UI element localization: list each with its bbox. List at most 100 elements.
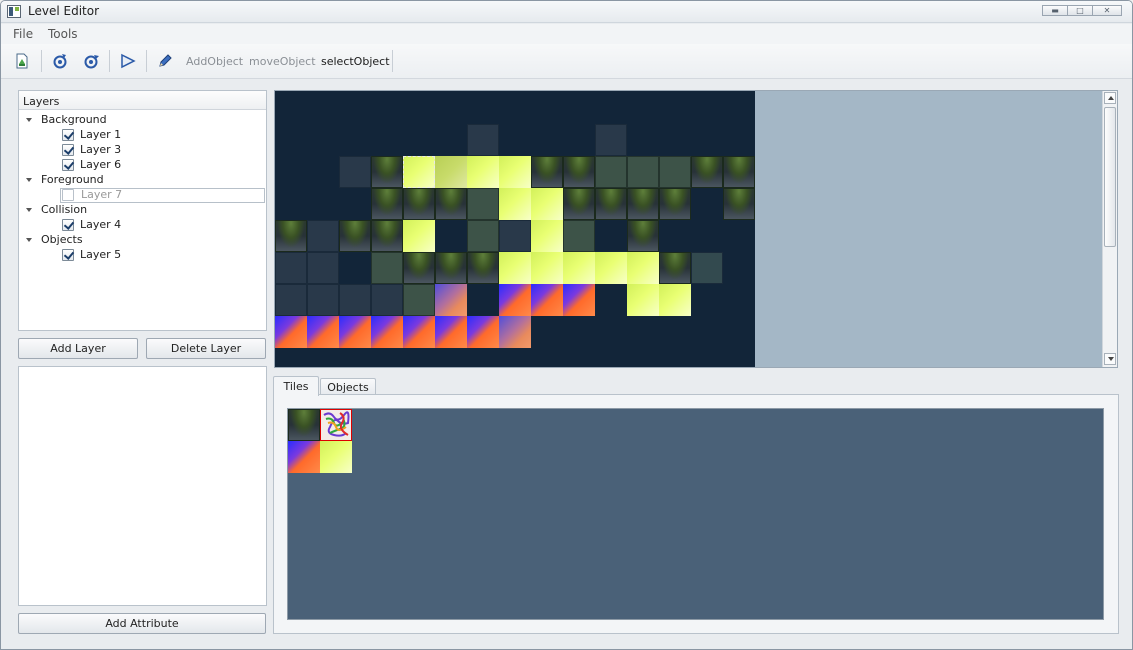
- map-tile[interactable]: [563, 252, 595, 284]
- layer-visibility-checkbox[interactable]: [62, 159, 74, 171]
- map-tile[interactable]: [403, 316, 435, 348]
- map-tile[interactable]: [371, 316, 403, 348]
- map-tile[interactable]: [467, 220, 499, 252]
- map-tile[interactable]: [403, 188, 435, 220]
- map-tile[interactable]: [275, 220, 307, 252]
- map-tile[interactable]: [403, 284, 435, 316]
- map-tile[interactable]: [499, 220, 531, 252]
- map-tile[interactable]: [563, 156, 595, 188]
- map-tile[interactable]: [723, 188, 755, 220]
- palette-tile-moss[interactable]: [288, 409, 320, 441]
- rotate-left-button[interactable]: [51, 52, 69, 70]
- map-tile[interactable]: [371, 284, 403, 316]
- map-tile[interactable]: [627, 252, 659, 284]
- map-tile[interactable]: [467, 124, 499, 156]
- map-tile[interactable]: [435, 156, 467, 188]
- layer-visibility-checkbox[interactable]: [62, 129, 74, 141]
- map-tile[interactable]: [307, 220, 339, 252]
- map-tile[interactable]: [339, 284, 371, 316]
- map-tile[interactable]: [307, 284, 339, 316]
- map-tile[interactable]: [499, 156, 531, 188]
- map-tile[interactable]: [435, 188, 467, 220]
- map-tile[interactable]: [467, 188, 499, 220]
- map-tile[interactable]: [723, 156, 755, 188]
- map-tile[interactable]: [403, 220, 435, 252]
- new-file-button[interactable]: [13, 52, 31, 70]
- play-button[interactable]: [119, 52, 137, 70]
- menu-file[interactable]: File: [13, 27, 33, 41]
- expand-arrow-icon[interactable]: [26, 118, 32, 122]
- map-tile[interactable]: [595, 252, 627, 284]
- select-object-button[interactable]: selectObject: [321, 55, 390, 68]
- delete-layer-button[interactable]: Delete Layer: [146, 338, 266, 359]
- map-tile[interactable]: [595, 188, 627, 220]
- map-tile[interactable]: [371, 156, 403, 188]
- move-object-button[interactable]: moveObject: [249, 55, 316, 68]
- map-tile[interactable]: [307, 252, 339, 284]
- map-tile[interactable]: [467, 316, 499, 348]
- tile-palette[interactable]: [287, 408, 1104, 620]
- close-button[interactable]: ✕: [1092, 5, 1122, 16]
- rotate-right-button[interactable]: [82, 52, 100, 70]
- map-tile[interactable]: [627, 156, 659, 188]
- map-tile[interactable]: [659, 188, 691, 220]
- level-canvas[interactable]: [274, 90, 1118, 368]
- map-tile[interactable]: [627, 188, 659, 220]
- map-tile[interactable]: [467, 252, 499, 284]
- add-layer-button[interactable]: Add Layer: [18, 338, 138, 359]
- map-tile[interactable]: [275, 316, 307, 348]
- add-attribute-button[interactable]: Add Attribute: [18, 613, 266, 634]
- layer-visibility-checkbox[interactable]: [62, 249, 74, 261]
- map-tile[interactable]: [371, 188, 403, 220]
- map-tile[interactable]: [403, 252, 435, 284]
- scroll-up-arrow-icon[interactable]: [1104, 92, 1116, 104]
- map-tile[interactable]: [595, 156, 627, 188]
- palette-tile-gradient[interactable]: [288, 441, 320, 473]
- layer-row-layer-7[interactable]: Layer 7: [60, 188, 265, 203]
- pencil-button[interactable]: [156, 52, 174, 70]
- map-tile[interactable]: [435, 316, 467, 348]
- expand-arrow-icon[interactable]: [26, 208, 32, 212]
- map-tile[interactable]: [371, 220, 403, 252]
- map-tile[interactable]: [499, 188, 531, 220]
- canvas-vertical-scrollbar[interactable]: [1102, 91, 1117, 367]
- map-tile[interactable]: [531, 188, 563, 220]
- menu-tools[interactable]: Tools: [48, 27, 78, 41]
- scrollbar-thumb[interactable]: [1104, 107, 1116, 247]
- palette-tile-squiggle[interactable]: [320, 409, 352, 441]
- map-tile[interactable]: [307, 316, 339, 348]
- map-tile[interactable]: [403, 156, 435, 188]
- layer-visibility-checkbox[interactable]: [62, 189, 74, 201]
- map-tile[interactable]: [531, 284, 563, 316]
- map-tile[interactable]: [691, 252, 723, 284]
- map-tile[interactable]: [371, 252, 403, 284]
- map-tile[interactable]: [275, 284, 307, 316]
- map-tile[interactable]: [659, 252, 691, 284]
- map-tile[interactable]: [627, 284, 659, 316]
- add-object-button[interactable]: AddObject: [186, 55, 243, 68]
- map-tile[interactable]: [659, 284, 691, 316]
- tab-objects[interactable]: Objects: [320, 378, 376, 395]
- map-tile[interactable]: [563, 284, 595, 316]
- tile-map[interactable]: [275, 91, 755, 367]
- map-tile[interactable]: [435, 252, 467, 284]
- layer-visibility-checkbox[interactable]: [62, 144, 74, 156]
- layer-visibility-checkbox[interactable]: [62, 219, 74, 231]
- map-tile[interactable]: [499, 252, 531, 284]
- map-tile[interactable]: [467, 156, 499, 188]
- map-tile[interactable]: [659, 156, 691, 188]
- map-tile[interactable]: [531, 220, 563, 252]
- map-tile[interactable]: [435, 284, 467, 316]
- map-tile[interactable]: [595, 124, 627, 156]
- map-tile[interactable]: [499, 316, 531, 348]
- palette-tile-lime[interactable]: [320, 441, 352, 473]
- map-tile[interactable]: [499, 284, 531, 316]
- map-tile[interactable]: [531, 156, 563, 188]
- map-tile[interactable]: [627, 220, 659, 252]
- map-tile[interactable]: [563, 220, 595, 252]
- scroll-down-arrow-icon[interactable]: [1104, 353, 1116, 365]
- map-tile[interactable]: [339, 316, 371, 348]
- expand-arrow-icon[interactable]: [26, 238, 32, 242]
- map-tile[interactable]: [339, 156, 371, 188]
- map-tile[interactable]: [339, 220, 371, 252]
